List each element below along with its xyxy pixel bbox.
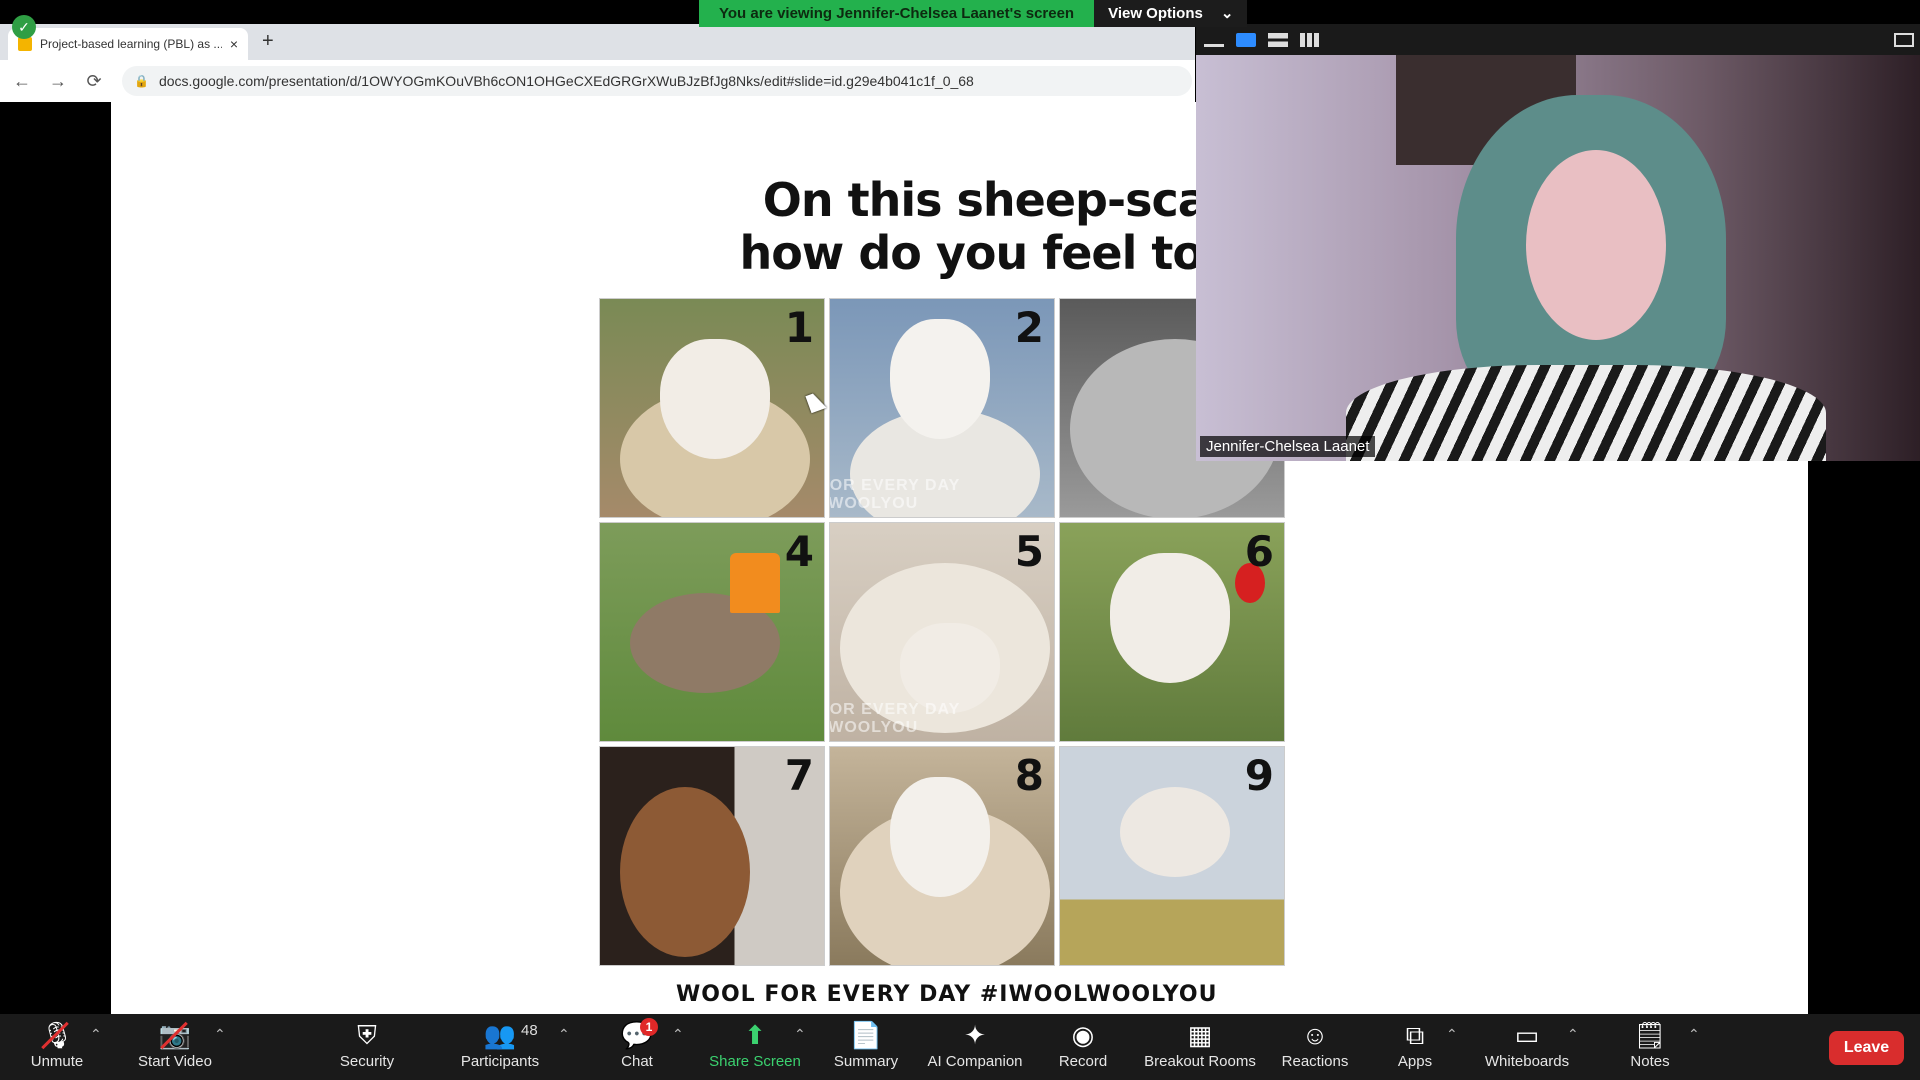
browser-tab[interactable]: Project-based learning (PBL) as ... × (8, 28, 248, 60)
reactions-button[interactable]: ☺ Reactions (1278, 1014, 1352, 1080)
view-options-button[interactable]: View Options ⌄ (1094, 0, 1248, 27)
participants-options-caret-icon[interactable]: ⌃ (558, 1026, 570, 1043)
apps-button[interactable]: ⧉ Apps (1390, 1014, 1440, 1080)
sheep-photo-8: 8 (829, 746, 1055, 966)
share-options-caret-icon[interactable]: ⌃ (794, 1026, 806, 1043)
chat-options-caret-icon[interactable]: ⌃ (672, 1026, 684, 1043)
ai-companion-button[interactable]: ✦ AI Companion (922, 1014, 1028, 1080)
sparkle-icon: ✦ (964, 1020, 986, 1050)
apps-icon: ⧉ (1405, 1020, 1425, 1050)
reload-icon[interactable]: ⟳ (80, 71, 108, 92)
slide-footer-text: WOOL FOR EVERY DAY #IWOOLWOOLYOU (676, 982, 1218, 1007)
sheep-photo-5: 5 WOOL FOR EVERY DAY #IWOOLWOOLYOU (829, 522, 1055, 742)
speaker-view-icon[interactable] (1236, 32, 1256, 47)
shield-icon: ⛨ (357, 1020, 377, 1050)
notes-options-caret-icon[interactable]: ⌃ (1688, 1026, 1700, 1043)
sheep-photo-2: 2 WOOL FOR EVERY DAY #IWOOLWOOLYOU (829, 298, 1055, 518)
viewing-screen-message: You are viewing Jennifer-Chelsea Laanet'… (699, 0, 1095, 27)
lock-icon: 🔒 (134, 74, 149, 88)
tab-title: Project-based learning (PBL) as ... (40, 37, 222, 51)
scale-number: 1 (784, 303, 814, 352)
pop-out-icon[interactable] (1894, 32, 1914, 47)
record-button[interactable]: ◉ Record (1053, 1014, 1113, 1080)
microphone-muted-icon: 🎙 (40, 1020, 74, 1050)
shared-browser-chrome: Project-based learning (PBL) as ... × + … (0, 24, 1195, 102)
browser-toolbar: ← → ⟳ 🔒 docs.google.com/presentation/d/1… (0, 60, 1195, 102)
gallery-view-icon[interactable] (1300, 32, 1320, 47)
back-icon[interactable]: ← (8, 71, 36, 92)
apps-options-caret-icon[interactable]: ⌃ (1446, 1026, 1458, 1043)
participants-icon: 👥 (483, 1020, 517, 1050)
stacked-view-icon[interactable] (1268, 32, 1288, 47)
sheep-photo-4: 4 (599, 522, 825, 742)
whiteboards-button[interactable]: ▭ Whiteboards (1480, 1014, 1574, 1080)
notes-button[interactable]: 🗒 Notes (1625, 1014, 1675, 1080)
share-screen-button[interactable]: ⬆ Share Screen (706, 1014, 804, 1080)
scale-number: 8 (1014, 751, 1044, 800)
view-options-label: View Options (1108, 5, 1203, 22)
scale-number: 4 (784, 527, 814, 576)
smiley-plus-icon: ☺ (1301, 1020, 1329, 1050)
meeting-controls-bar: 🎙 Unmute ⌃ 📷 Start Video ⌃ ⛨ Security 👥 … (0, 1014, 1920, 1080)
share-banner: You are viewing Jennifer-Chelsea Laanet'… (699, 0, 1248, 27)
share-screen-icon: ⬆ (744, 1020, 766, 1050)
scale-number: 9 (1244, 751, 1274, 800)
chat-unread-badge: 1 (640, 1018, 658, 1036)
start-video-button[interactable]: 📷 Start Video (130, 1014, 220, 1080)
summary-doc-icon: 📄 (849, 1020, 883, 1050)
minimize-video-icon[interactable] (1204, 33, 1224, 47)
participants-count: 48 (521, 1022, 538, 1039)
notes-icon: 🗒 (1633, 1020, 1667, 1050)
whiteboard-icon: ▭ (1514, 1020, 1540, 1050)
participant-name-label: Jennifer-Chelsea Laanet (1200, 436, 1376, 457)
video-options-caret-icon[interactable]: ⌃ (214, 1026, 226, 1043)
unmute-button[interactable]: 🎙 Unmute (22, 1014, 92, 1080)
scale-number: 2 (1014, 303, 1044, 352)
camera-off-icon: 📷 (158, 1020, 192, 1050)
security-button[interactable]: ⛨ Security (332, 1014, 402, 1080)
breakout-rooms-button[interactable]: ▦ Breakout Rooms (1140, 1014, 1260, 1080)
address-bar[interactable]: 🔒 docs.google.com/presentation/d/1OWYOGm… (122, 66, 1192, 96)
sheep-photo-7: 7 (599, 746, 825, 966)
encryption-shield-icon[interactable]: ✓ (12, 15, 36, 39)
scale-number: 6 (1244, 527, 1274, 576)
forward-icon[interactable]: → (44, 71, 72, 92)
scale-number: 5 (1014, 527, 1044, 576)
new-tab-button[interactable]: + (262, 30, 274, 53)
chevron-down-icon: ⌄ (1220, 5, 1234, 22)
url-text: docs.google.com/presentation/d/1OWYOGmKO… (158, 73, 974, 89)
sheep-photo-1: 1 (599, 298, 825, 518)
watermark-text: WOOL FOR EVERY DAY #IWOOLWOOLYOU (829, 701, 960, 736)
audio-options-caret-icon[interactable]: ⌃ (90, 1026, 102, 1043)
whiteboards-options-caret-icon[interactable]: ⌃ (1567, 1026, 1579, 1043)
summary-button[interactable]: 📄 Summary (828, 1014, 904, 1080)
slides-favicon-icon (18, 37, 32, 51)
sheep-photo-6: 6 (1059, 522, 1285, 742)
close-tab-icon[interactable]: × (230, 36, 238, 52)
scale-number: 7 (784, 751, 814, 800)
video-layout-toolbar (1196, 24, 1920, 55)
record-icon: ◉ (1071, 1020, 1095, 1050)
leave-button[interactable]: Leave (1829, 1031, 1904, 1065)
participant-video[interactable]: Jennifer-Chelsea Laanet (1196, 55, 1920, 461)
watermark-text: WOOL FOR EVERY DAY #IWOOLWOOLYOU (829, 477, 960, 512)
sheep-photo-9: 9 (1059, 746, 1285, 966)
breakout-rooms-icon: ▦ (1187, 1020, 1213, 1050)
